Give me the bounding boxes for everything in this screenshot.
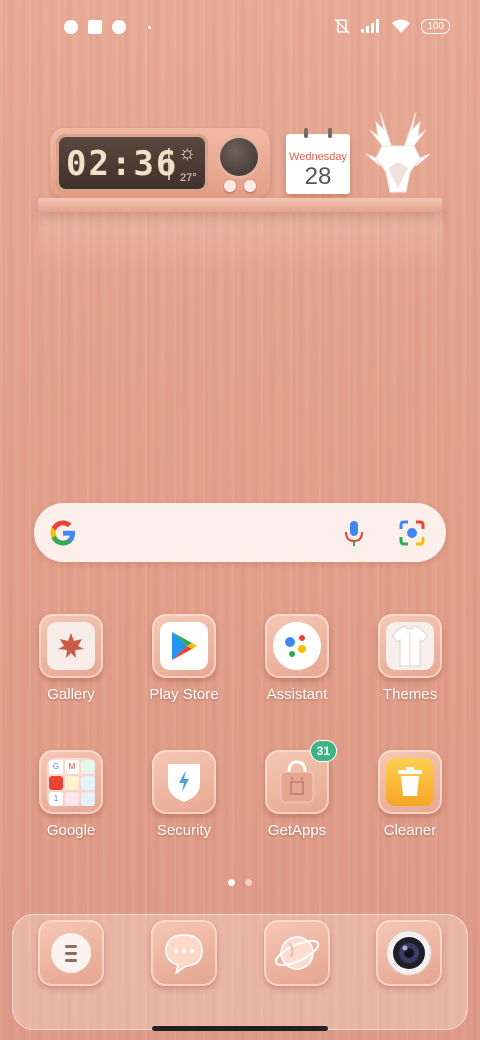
- dock-app-messages[interactable]: [151, 920, 217, 986]
- clock-weather-widget[interactable]: 02:36 ☼ 27°: [50, 128, 270, 198]
- folder-icon: G M 1: [47, 758, 95, 806]
- dock-app-camera[interactable]: [376, 920, 442, 986]
- shield-bolt-icon: [168, 764, 200, 802]
- battery-icon: 100: [421, 18, 450, 34]
- trash-icon: [386, 758, 434, 806]
- sun-icon: ☼: [178, 142, 197, 164]
- dock-app-menu[interactable]: [38, 920, 104, 986]
- app-getapps[interactable]: 31 GetApps: [251, 740, 343, 839]
- app-tile: [265, 614, 329, 678]
- app-label: Google: [46, 822, 96, 839]
- status-left-icons: [64, 20, 151, 34]
- notification-badge: 31: [309, 740, 337, 762]
- meet-mini-icon: [81, 776, 95, 790]
- drive-mini-icon: [65, 776, 79, 790]
- youtube-mini-icon: [49, 776, 63, 790]
- app-security[interactable]: Security: [138, 750, 230, 839]
- clock-time: 02:36: [66, 144, 179, 184]
- camera-icon: [386, 930, 432, 976]
- files-mini-icon: [81, 792, 95, 806]
- calendar-date: 28: [304, 163, 332, 190]
- app-google-folder[interactable]: G M 1 Google: [25, 750, 117, 839]
- page-dot[interactable]: [245, 879, 252, 886]
- photos-mini-icon: [65, 792, 79, 806]
- app-label: Cleaner: [383, 822, 437, 839]
- gmail-mini-icon: M: [65, 760, 79, 774]
- notification-icon-2: [112, 20, 126, 34]
- app-assistant[interactable]: Assistant: [251, 614, 343, 703]
- wifi-icon: [392, 19, 411, 33]
- assistant-icon: [273, 622, 321, 670]
- google-logo-icon: [50, 520, 75, 546]
- status-right-icons: 100: [333, 18, 450, 34]
- calendar-rings-icon: [300, 128, 336, 138]
- app-gallery[interactable]: Gallery: [25, 614, 117, 703]
- radio-knob-icon: [220, 138, 258, 176]
- vibrate-off-icon: [334, 18, 350, 34]
- calendar-mini-icon: 1: [49, 792, 63, 806]
- lens-icon[interactable]: [398, 519, 426, 547]
- app-tile: [378, 614, 442, 678]
- calendar-ring: [328, 128, 332, 138]
- dock-app-browser[interactable]: [264, 920, 330, 986]
- widget-divider: [168, 148, 170, 180]
- app-label: Gallery: [47, 686, 95, 703]
- page-dot-active[interactable]: [228, 879, 235, 886]
- app-label: Assistant: [266, 686, 328, 703]
- app-label: Security: [156, 822, 212, 839]
- app-label: GetApps: [267, 822, 327, 839]
- shopping-bag-icon: [280, 760, 314, 803]
- app-tile: [39, 614, 103, 678]
- page-indicator: [228, 879, 252, 886]
- app-play-store[interactable]: Play Store: [138, 614, 230, 703]
- shelf-reflection: [38, 212, 442, 272]
- shelf: [38, 198, 442, 212]
- app-label: Themes: [382, 686, 438, 703]
- status-bar: 100: [0, 0, 480, 56]
- maps-mini-icon: [81, 760, 95, 774]
- app-tile: 31: [265, 740, 337, 814]
- app-tile: [152, 750, 216, 814]
- calendar-widget[interactable]: Wednesday 28: [286, 128, 350, 194]
- app-tile: G M 1: [39, 750, 103, 814]
- shirt-icon: [386, 622, 434, 670]
- maple-leaf-icon: [47, 622, 95, 670]
- signal-icon: [361, 19, 380, 33]
- mic-icon[interactable]: [342, 519, 366, 547]
- app-label: Play Store: [149, 686, 219, 703]
- app-themes[interactable]: Themes: [364, 614, 456, 703]
- app-cleaner[interactable]: Cleaner: [364, 750, 456, 839]
- radio-button-icon: [224, 180, 236, 192]
- notification-icon: [64, 20, 78, 34]
- home-indicator[interactable]: [152, 1026, 328, 1031]
- calendar-ring: [304, 128, 308, 138]
- app-tile: [378, 750, 442, 814]
- radio-screen: 02:36 ☼ 27°: [56, 134, 208, 192]
- play-store-icon: [160, 622, 208, 670]
- deer-head-icon: [365, 111, 431, 193]
- menu-icon: [51, 933, 91, 973]
- messages-icon: [165, 934, 203, 975]
- radio-button-icon: [244, 180, 256, 192]
- google-search-bar[interactable]: [34, 503, 446, 562]
- dot-icon: [148, 25, 151, 29]
- calendar-day: Wednesday: [289, 151, 347, 163]
- square-notification-icon: [88, 20, 102, 34]
- app-tile: [152, 614, 216, 678]
- google-mini-icon: G: [49, 760, 63, 774]
- browser-icon: [274, 936, 320, 970]
- weather-temp: 27°: [180, 172, 197, 184]
